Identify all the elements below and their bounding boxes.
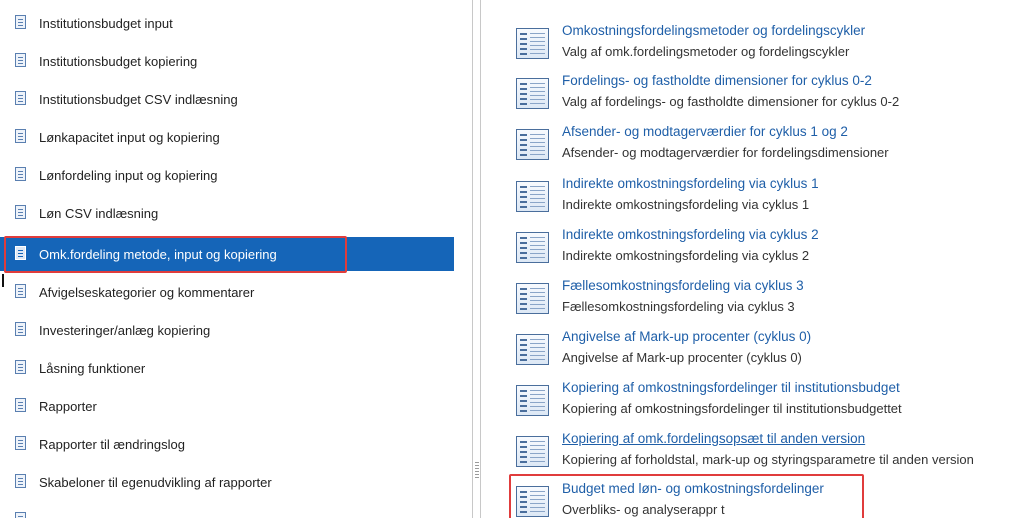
splitter-line (472, 0, 473, 518)
tile-subtitle: Valg af fordelings- og fastholdte dimens… (562, 94, 900, 109)
tile-title-link[interactable]: Kopiering af omk.fordelingsopsæt til and… (562, 431, 865, 446)
report-list-icon (516, 436, 549, 467)
report-list-icon (516, 385, 549, 416)
document-icon (15, 398, 26, 412)
nav-item-skabeloner[interactable]: Skabeloner til egenudvikling af rapporte… (0, 465, 454, 499)
nav-item-label: Lønfordeling input og kopiering (39, 167, 218, 183)
nav-item-partial[interactable] (0, 503, 454, 518)
tile-subtitle: Indirekte omkostningsfordeling via cyklu… (562, 248, 810, 263)
nav-item-label: Rapporter (39, 398, 97, 414)
nav-item-lonkapacitet[interactable]: Lønkapacitet input og kopiering (0, 120, 454, 154)
tile-omkostningsfordelingsmetoder[interactable]: Omkostningsfordelingsmetoder og fordelin… (496, 17, 1029, 67)
tile-subtitle: Angivelse af Mark-up procenter (cyklus 0… (562, 350, 802, 365)
document-icon (15, 91, 26, 105)
tile-fordelingsdimensioner[interactable]: Fordelings- og fastholdte dimensioner fo… (496, 67, 1029, 117)
document-icon (15, 474, 26, 488)
nav-item-label: Investeringer/anlæg kopiering (39, 322, 211, 338)
tile-subtitle: Fællesomkostningsfordeling via cyklus 3 (562, 299, 795, 314)
document-icon (15, 512, 26, 518)
splitter-line (480, 0, 481, 518)
report-list-icon (516, 129, 549, 160)
page: Institutionsbudget input Institutionsbud… (0, 0, 1029, 518)
document-icon (15, 15, 26, 29)
tile-subtitle: Kopiering af forholdstal, mark-up og sty… (562, 452, 974, 467)
nav-item-lon-csv[interactable]: Løn CSV indlæsning (0, 196, 454, 230)
nav-item-lonfordeling[interactable]: Lønfordeling input og kopiering (0, 158, 454, 192)
nav-item-institutionsbudget-kopiering[interactable]: Institutionsbudget kopiering (0, 44, 454, 78)
nav-item-rapporter[interactable]: Rapporter (0, 389, 454, 423)
nav-item-label: Institutionsbudget CSV indlæsning (39, 91, 238, 107)
nav-item-label: Afvigelseskategorier og kommentarer (39, 284, 255, 300)
tile-subtitle: Overbliks- og analyserappr t (562, 502, 725, 517)
nav-item-afvigelseskategorier[interactable]: Afvigelseskategorier og kommentarer (0, 275, 454, 309)
splitter-grip-icon[interactable] (475, 462, 479, 480)
tile-indirekte-cyklus-1[interactable]: Indirekte omkostningsfordeling via cyklu… (496, 170, 1029, 220)
tile-title-link[interactable]: Kopiering af omkostningsfordelinger til … (562, 380, 900, 395)
document-icon (15, 436, 26, 450)
tile-title-link[interactable]: Budget med løn- og omkostningsfordelinge… (562, 481, 824, 496)
report-list-icon (516, 283, 549, 314)
document-icon (15, 246, 26, 260)
tile-subtitle: Kopiering af omkostningsfordelinger til … (562, 401, 902, 416)
tile-subtitle: Valg af omk.fordelingsmetoder og fordeli… (562, 44, 850, 59)
nav-item-label: Rapporter til ændringslog (39, 436, 185, 452)
document-icon (15, 129, 26, 143)
tile-afsender-modtager[interactable]: Afsender- og modtagerværdier for cyklus … (496, 118, 1029, 168)
document-icon (15, 322, 26, 336)
nav-item-label: Løn CSV indlæsning (39, 205, 159, 221)
tile-title-link[interactable]: Indirekte omkostningsfordeling via cyklu… (562, 176, 819, 191)
tile-title-link[interactable]: Indirekte omkostningsfordeling via cyklu… (562, 227, 819, 242)
content-panel: Omkostningsfordelingsmetoder og fordelin… (496, 0, 1029, 518)
tile-faellesomkostning-cyklus-3[interactable]: Fællesomkostningsfordeling via cyklus 3 … (496, 272, 1029, 322)
report-list-icon (516, 181, 549, 212)
nav-item-institutionsbudget-input[interactable]: Institutionsbudget input (0, 6, 454, 40)
document-icon (15, 205, 26, 219)
tile-title-link[interactable]: Angivelse af Mark-up procenter (cyklus 0… (562, 329, 811, 344)
nav-item-label: Institutionsbudget kopiering (39, 53, 198, 69)
tile-title-link[interactable]: Omkostningsfordelingsmetoder og fordelin… (562, 23, 865, 38)
document-icon (15, 53, 26, 67)
report-list-icon (516, 28, 549, 59)
nav-item-label: Omk.fordeling metode, input og kopiering (39, 246, 277, 262)
tile-title-link[interactable]: Fordelings- og fastholdte dimensioner fo… (562, 73, 872, 88)
tile-kopiering-anden-version[interactable]: Kopiering af omk.fordelingsopsæt til and… (496, 425, 1029, 475)
document-icon (15, 284, 26, 298)
nav-item-omkfordeling-selected[interactable]: Omk.fordeling metode, input og kopiering (0, 237, 454, 271)
nav-item-label: Skabeloner til egenudvikling af rapporte… (39, 474, 272, 490)
tile-budget-loen-omkostning[interactable]: Budget med løn- og omkostningsfordelinge… (496, 475, 1029, 518)
nav-item-institutionsbudget-csv[interactable]: Institutionsbudget CSV indlæsning (0, 82, 454, 116)
nav-item-investeringer[interactable]: Investeringer/anlæg kopiering (0, 313, 454, 347)
tile-indirekte-cyklus-2[interactable]: Indirekte omkostningsfordeling via cyklu… (496, 221, 1029, 271)
nav-item-rapporter-aendringslog[interactable]: Rapporter til ændringslog (0, 427, 454, 461)
report-list-icon (516, 78, 549, 109)
report-list-icon (516, 486, 549, 517)
report-list-icon (516, 232, 549, 263)
nav-item-label: Institutionsbudget input (39, 15, 173, 31)
nav-item-lasning[interactable]: Låsning funktioner (0, 351, 454, 385)
text-cursor (2, 274, 4, 287)
document-icon (15, 167, 26, 181)
nav-item-label: Låsning funktioner (39, 360, 146, 376)
document-icon (15, 360, 26, 374)
tile-mark-up-procenter[interactable]: Angivelse af Mark-up procenter (cyklus 0… (496, 323, 1029, 373)
left-nav-menu: Institutionsbudget input Institutionsbud… (0, 0, 456, 518)
tile-subtitle: Indirekte omkostningsfordeling via cyklu… (562, 197, 810, 212)
tile-kopiering-institutionsbudget[interactable]: Kopiering af omkostningsfordelinger til … (496, 374, 1029, 424)
report-list-icon (516, 334, 549, 365)
nav-item-label: Lønkapacitet input og kopiering (39, 129, 220, 145)
pane-splitter[interactable] (470, 0, 484, 518)
tile-title-link[interactable]: Afsender- og modtagerværdier for cyklus … (562, 124, 848, 139)
tile-title-link[interactable]: Fællesomkostningsfordeling via cyklus 3 (562, 278, 804, 293)
tile-subtitle: Afsender- og modtagerværdier for fordeli… (562, 145, 889, 160)
